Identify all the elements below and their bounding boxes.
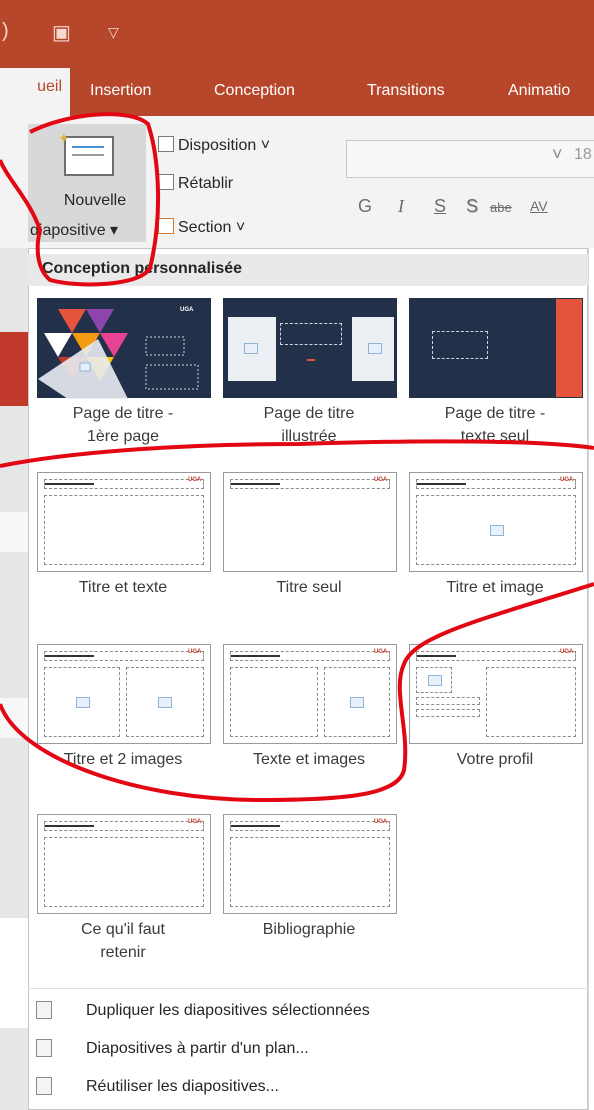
annotation-curve [0,582,594,803]
annotation-line [0,439,594,468]
red-annotation-overlay [0,112,594,803]
annotation-circle-new-slide [0,112,161,287]
